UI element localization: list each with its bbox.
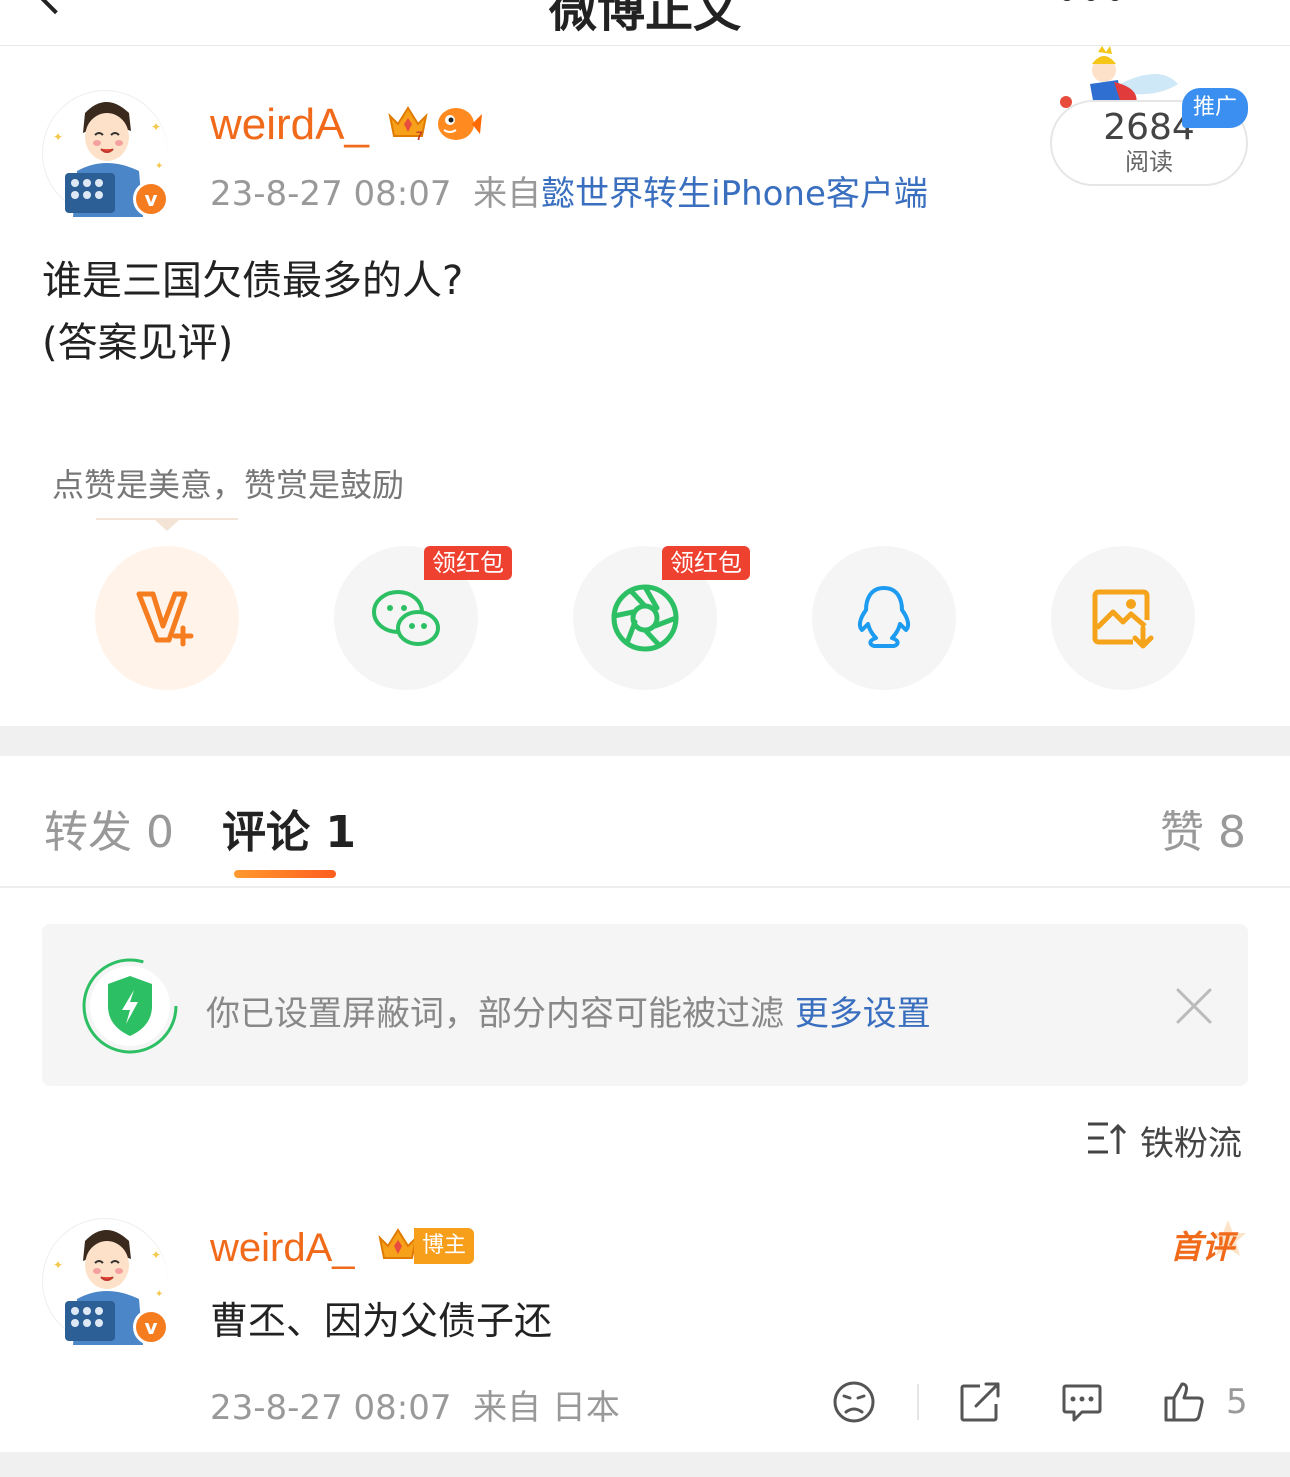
post-body: 谁是三国欠债最多的人? (答案见评): [42, 250, 463, 374]
first-comment-badge: 首评: [1170, 1228, 1235, 1266]
comment-time: 23-8-27 08:07: [210, 1388, 452, 1428]
sort-icon: [1088, 1122, 1126, 1154]
tab-bar-border: [0, 886, 1290, 888]
more-settings-link[interactable]: 更多设置: [795, 994, 931, 1034]
filter-notice-text: 你已设置屏蔽词，部分内容可能被过滤 更多设置: [206, 986, 931, 1035]
share-qq-button[interactable]: [812, 546, 956, 690]
comment-location: 来自 日本: [473, 1388, 620, 1428]
action-separator: [917, 1384, 919, 1420]
post-meta: 23-8-27 08:07 来自懿世界转生iPhone客户端: [210, 166, 928, 215]
reply-comment-icon[interactable]: [1060, 1380, 1104, 1424]
verified-badge-icon: v: [133, 181, 169, 217]
save-image-icon: [1092, 589, 1154, 649]
svg-text:✦: ✦: [151, 120, 161, 134]
v-plus-icon: [136, 591, 194, 647]
more-menu-icon[interactable]: [1060, 0, 1140, 6]
comment-like-count: 5: [1226, 1382, 1248, 1422]
post-source-link[interactable]: 懿世界转生iPhone客户端: [541, 174, 928, 214]
back-arrow-icon[interactable]: [33, 0, 77, 15]
bottom-divider: [0, 1452, 1290, 1477]
read-label: 阅读: [1125, 148, 1173, 176]
fish-badge-icon: [438, 108, 482, 140]
promo-tag: 推广: [1182, 88, 1248, 128]
qq-icon: [857, 586, 911, 648]
tab-comment[interactable]: 评论 1: [222, 796, 356, 860]
tab-repost[interactable]: 转发 0: [44, 796, 174, 860]
redpack-tag[interactable]: 领红包: [424, 546, 512, 580]
sort-label: 铁粉流: [1140, 1124, 1242, 1164]
comment-author-name[interactable]: weirdA_: [210, 1226, 355, 1271]
svg-text:✦: ✦: [155, 1289, 163, 1300]
svg-text:7: 7: [416, 129, 423, 142]
close-icon[interactable]: [1172, 984, 1216, 1028]
dislike-face-icon[interactable]: [832, 1380, 876, 1424]
post-avatar[interactable]: ✦ ✦ ✦ v: [42, 90, 169, 217]
moments-icon: [611, 584, 679, 652]
source-prefix: 来自: [473, 174, 542, 214]
svg-text:✦: ✦: [155, 161, 163, 172]
post-body-line: 谁是三国欠债最多的人?: [42, 258, 464, 304]
tab-like[interactable]: 赞 8: [1160, 796, 1246, 860]
post-body-line: (答案见评): [42, 320, 234, 366]
filter-message: 你已设置屏蔽词，部分内容可能被过滤: [206, 994, 784, 1034]
post-author-name[interactable]: weirdA_: [210, 100, 369, 150]
section-divider: [0, 726, 1290, 756]
comment-meta: 23-8-27 08:07 来自 日本: [210, 1380, 620, 1429]
repost-icon[interactable]: [958, 1380, 1002, 1424]
svg-text:✦: ✦: [151, 1248, 161, 1262]
filter-notice: 你已设置屏蔽词，部分内容可能被过滤 更多设置: [42, 924, 1248, 1086]
post-time: 23-8-27 08:07: [210, 174, 452, 214]
redpack-tag[interactable]: 领红包: [662, 546, 750, 580]
wechat-icon: [372, 590, 440, 646]
top-nav: 微博正文: [0, 0, 1290, 46]
host-tag: 博主: [414, 1228, 474, 1264]
shield-icon: [82, 958, 178, 1054]
tip-pointer: [154, 519, 180, 531]
sort-button[interactable]: 铁粉流: [1086, 1116, 1248, 1164]
thumbs-up-icon[interactable]: [1162, 1380, 1206, 1424]
reward-tip: 点赞是美意，赞赏是鼓励: [52, 466, 405, 504]
nav-title: 微博正文: [548, 0, 741, 38]
comment-avatar[interactable]: ✦ ✦ ✦ v: [42, 1218, 169, 1345]
verified-badge-icon: v: [133, 1309, 169, 1345]
svg-text:✦: ✦: [53, 1258, 63, 1272]
reward-v-button[interactable]: [95, 546, 239, 690]
vip-crown-icon: 7: [388, 106, 428, 142]
active-tab-indicator: [234, 870, 336, 878]
save-image-button[interactable]: [1051, 546, 1195, 690]
comment-text: 曹丕、因为父债子还: [210, 1299, 553, 1343]
svg-text:✦: ✦: [53, 130, 63, 144]
